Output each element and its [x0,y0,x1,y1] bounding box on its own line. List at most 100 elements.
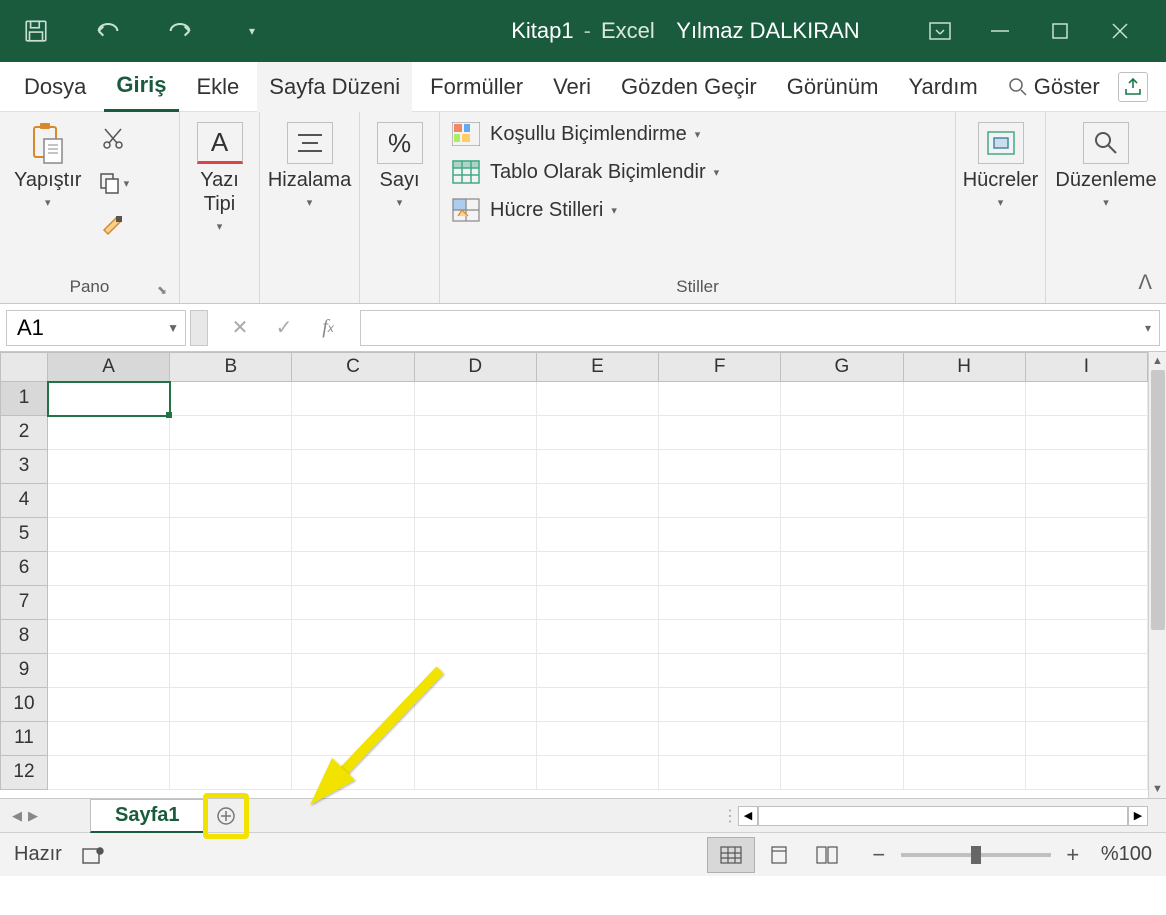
expand-formula-bar-icon[interactable]: ▾ [1145,321,1151,335]
tab-file[interactable]: Dosya [12,62,98,112]
column-header-I[interactable]: I [1026,352,1148,382]
column-header-C[interactable]: C [292,352,414,382]
tab-help[interactable]: Yardım [896,62,989,112]
font-icon: A [197,122,243,164]
redo-button[interactable] [164,15,196,47]
column-header-H[interactable]: H [904,352,1026,382]
formula-input[interactable]: ▾ [360,310,1160,346]
group-styles-label: Stiller [450,275,945,299]
maximize-button[interactable] [1044,15,1076,47]
row-header-1[interactable]: 1 [0,382,48,416]
row-header-11[interactable]: 11 [0,722,48,756]
close-button[interactable] [1104,15,1136,47]
row-header-4[interactable]: 4 [0,484,48,518]
horizontal-scrollbar[interactable]: ◀ ▶ [738,806,1148,826]
tab-review[interactable]: Gözden Geçir [609,62,769,112]
view-page-break-button[interactable] [803,837,851,873]
row-header-2[interactable]: 2 [0,416,48,450]
format-as-table-button[interactable]: Tablo Olarak Biçimlendir ▾ [450,158,719,186]
tab-formulas[interactable]: Formüller [418,62,535,112]
percent-icon: % [377,122,423,164]
prev-sheet-button[interactable]: ◀ [12,808,22,824]
font-label: Yazı Tipi [194,168,245,216]
new-sheet-button[interactable] [209,799,243,833]
minimize-button[interactable] [984,15,1016,47]
alignment-icon [287,122,333,164]
row-header-5[interactable]: 5 [0,518,48,552]
view-normal-button[interactable] [707,837,755,873]
undo-button[interactable] [92,15,124,47]
conditional-formatting-icon [450,120,482,148]
zoom-slider-thumb[interactable] [971,846,981,864]
alignment-button[interactable]: Hizalama ▾ [264,118,355,213]
ribbon: Yapıştır ▾ ▾ Pano⬊ A Yazı Tipi ▾ [0,112,1166,304]
zoom-level-label[interactable]: %100 [1101,843,1152,866]
tab-scroll-splitter[interactable]: ⋮ [722,807,728,825]
row-header-7[interactable]: 7 [0,586,48,620]
column-header-D[interactable]: D [415,352,537,382]
scroll-right-button[interactable]: ▶ [1128,806,1148,826]
scroll-left-button[interactable]: ◀ [738,806,758,826]
cell-A1[interactable] [48,382,170,416]
formula-bar: A1 ▼ ✕ ✓ fx ▾ [0,304,1166,352]
zoom-slider-track[interactable] [901,853,1051,857]
tab-tellme[interactable]: Göster [996,62,1112,112]
scroll-up-button[interactable]: ▲ [1149,352,1166,370]
column-header-A[interactable]: A [48,352,170,382]
format-painter-button[interactable] [95,212,131,242]
view-page-layout-button[interactable] [755,837,803,873]
editing-button[interactable]: Düzenleme ▾ [1051,118,1160,213]
clipboard-launcher-icon[interactable]: ⬊ [157,283,167,297]
paste-button[interactable]: Yapıştır ▾ [10,118,85,213]
name-box[interactable]: A1 ▼ [6,310,186,346]
status-ready-label: Hazır [14,843,62,866]
sheet-tab-active[interactable]: Sayfa1 [90,799,205,833]
font-button[interactable]: A Yazı Tipi ▾ [190,118,249,237]
spreadsheet-grid: A B C D E F G H I 1 2 3 4 5 6 7 8 9 10 1… [0,352,1166,798]
collapse-ribbon-button[interactable]: ᐱ [1138,270,1152,295]
next-sheet-button[interactable]: ▶ [28,808,38,824]
cut-button[interactable] [95,124,131,154]
row-header-3[interactable]: 3 [0,450,48,484]
vertical-scrollbar[interactable]: ▲ ▼ [1148,352,1166,798]
share-button[interactable] [1118,72,1148,102]
name-box-dropdown-icon[interactable]: ▼ [167,321,179,335]
qat-customize-button[interactable]: ▾ [236,15,268,47]
save-button[interactable] [20,15,52,47]
tab-home[interactable]: Giriş [104,62,178,112]
copy-button[interactable]: ▾ [95,168,131,198]
column-header-F[interactable]: F [659,352,781,382]
zoom-out-button[interactable]: − [867,842,891,868]
tab-insert[interactable]: Ekle [185,62,252,112]
insert-function-button[interactable]: fx [310,310,346,346]
conditional-formatting-button[interactable]: Koşullu Biçimlendirme ▾ [450,120,719,148]
cells-button[interactable]: Hücreler ▾ [959,118,1043,213]
cell-styles-button[interactable]: Hücre Stilleri ▾ [450,196,719,224]
column-header-G[interactable]: G [781,352,903,382]
column-header-E[interactable]: E [537,352,659,382]
scroll-down-button[interactable]: ▼ [1149,780,1166,798]
scroll-thumb[interactable] [1151,370,1165,630]
cells-area[interactable] [48,382,1148,798]
editing-label: Düzenleme [1055,168,1156,192]
hscroll-track[interactable] [758,806,1128,826]
macro-record-button[interactable] [82,846,104,864]
select-all-corner[interactable] [0,352,48,382]
cancel-formula-button[interactable]: ✕ [222,310,258,346]
row-header-10[interactable]: 10 [0,688,48,722]
number-button[interactable]: % Sayı ▾ [373,118,427,213]
status-bar: Hazır − + %100 [0,832,1166,876]
tellme-label: Göster [1034,74,1100,100]
row-header-12[interactable]: 12 [0,756,48,790]
zoom-in-button[interactable]: + [1061,842,1085,868]
tab-page-layout[interactable]: Sayfa Düzeni [257,62,412,112]
conditional-formatting-label: Koşullu Biçimlendirme [490,123,687,146]
row-header-8[interactable]: 8 [0,620,48,654]
row-header-6[interactable]: 6 [0,552,48,586]
tab-view[interactable]: Görünüm [775,62,891,112]
column-header-B[interactable]: B [170,352,292,382]
tab-data[interactable]: Veri [541,62,603,112]
ribbon-display-options-button[interactable] [924,15,956,47]
enter-formula-button[interactable]: ✓ [266,310,302,346]
row-header-9[interactable]: 9 [0,654,48,688]
